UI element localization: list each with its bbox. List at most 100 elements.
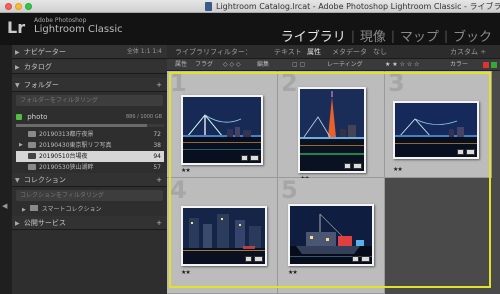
filter-none-tab[interactable]: なし [373,47,387,57]
volume-usage-fill [16,124,148,127]
expand-triangle-icon: ▶ [22,207,26,213]
cell-rating[interactable]: ★★ [181,269,191,276]
folder-item[interactable]: ▶ 20190430東京駅リフ写真 38 [16,140,164,151]
publish-services-label: 公開サービス [23,219,66,227]
metadata-badge-icon[interactable] [245,256,252,262]
title-bar: Lightroom Catalog.lrcat - Adobe Photosho… [0,0,500,13]
color-label-green-chip[interactable] [491,62,497,68]
lightroom-window: Lightroom Catalog.lrcat - Adobe Photosho… [0,0,500,294]
cell-index: 3 [388,69,405,97]
color-label-red-chip[interactable] [483,62,489,68]
filter-text-tab[interactable]: テキスト [274,47,302,57]
grid-cell[interactable]: 4 ★★ [167,178,278,294]
close-window-button[interactable] [5,3,12,10]
edit-badge-icon[interactable] [250,155,259,161]
grid-cell[interactable]: 2 ★★ [278,69,385,182]
collapse-triangle-icon: ▶ [15,220,20,227]
publish-services-header[interactable]: ▶ 公開サービス + [12,216,167,230]
ship-photo [290,206,372,264]
maximize-window-button[interactable] [25,3,32,10]
volume-size: 886 / 1000 GB [125,114,162,120]
photo-thumbnail[interactable] [181,95,263,165]
cell-rating[interactable]: ★★ [181,167,191,174]
collection-filter-input[interactable]: コレクションをフィルタリング [16,190,163,201]
volume-name: photo [27,113,48,121]
folder-filter-input[interactable]: フォルダーをフィルタリング [16,95,163,106]
module-book[interactable]: ブック [453,26,492,45]
collapse-left-panel-icon[interactable]: ◀ [2,202,7,210]
metadata-badge-icon[interactable] [457,149,464,155]
edit-badge-icon[interactable] [353,163,362,169]
window-title: Lightroom Catalog.lrcat - Adobe Photosho… [216,2,500,11]
add-publish-service-icon[interactable]: + [156,216,162,230]
navigator-zoom-options[interactable]: 全体 1:1 1:4 [127,45,162,59]
volume-status-icon [16,113,22,120]
catalog-header[interactable]: ▶ カタログ [12,60,167,74]
module-develop[interactable]: 現像 [360,26,386,45]
expand-triangle-icon: ▼ [15,82,20,89]
photo-thumbnail[interactable] [298,87,366,173]
add-collection-icon[interactable]: + [156,173,162,187]
library-filter-bar: ライブラリフィルター： テキスト 属性 メタデータ なし カスタム ÷ [167,45,500,59]
folder-item[interactable]: 20190313都庁夜景 72 [16,129,164,140]
collapse-triangle-icon: ▶ [15,49,20,56]
navigator-header[interactable]: ▶ ナビゲーター 全体 1:1 1:4 [12,45,167,59]
volume-row[interactable]: photo 886 / 1000 GB [16,111,164,123]
folder-icon [28,130,36,137]
grid-cell[interactable]: 1 ★★ [167,71,278,178]
photo-thumbnail[interactable] [181,206,267,266]
grid-cell[interactable]: 5 ★★ [278,178,385,294]
cell-rating[interactable]: ★★ [288,269,298,276]
folder-count: 94 [153,153,161,160]
grid-cell[interactable]: 3 ★★ [385,71,492,178]
collections-label: コレクション [23,176,66,184]
filter-metadata-tab[interactable]: メタデータ [332,47,367,57]
rating-label: レーティング [327,61,363,68]
module-separator: | [390,28,395,43]
edit-badge-icon[interactable] [466,149,475,155]
navigator-label: ナビゲーター [23,48,66,56]
flag-filter-icons[interactable]: ◇ ◇ ◇ [223,60,241,70]
folder-count: 38 [153,142,161,149]
folder-count: 57 [153,164,161,171]
photo-thumbnail[interactable] [288,204,374,266]
cell-index: 5 [281,176,298,204]
left-panel-edge[interactable] [0,45,12,294]
filter-preset-select[interactable]: カスタム ÷ [450,47,486,57]
metadata-badge-icon[interactable] [344,163,351,169]
folders-label: フォルダー [23,81,59,89]
volume-usage-bar [16,124,164,127]
add-folder-icon[interactable]: + [156,78,162,92]
minimize-window-button[interactable] [15,3,22,10]
cell-index: 2 [281,69,298,97]
city-photo [183,208,265,264]
metadata-badge-icon[interactable] [352,256,359,262]
folder-item[interactable]: 20190530狭山湖畔 57 [16,162,164,173]
module-map[interactable]: マップ [400,26,439,45]
bridge-wide-photo [395,103,477,157]
folder-expand-icon[interactable]: ▶ [19,140,23,151]
filter-attribute-tab[interactable]: 属性 [307,47,321,57]
module-picker: ライブラリ | 現像 | マップ | ブック [281,26,492,46]
folders-header[interactable]: ▼ フォルダー + [12,78,167,92]
folder-label: 20190530狭山湖畔 [39,164,94,171]
edit-badge-icon[interactable] [254,256,263,262]
attribute-filter-bar: 属性 フラグ ◇ ◇ ◇ 編集 ▢ ▢ レーティング ★ ★ ☆ ☆ ☆ カラー [167,59,500,71]
bridge-photo [183,97,261,163]
folder-item-selected[interactable]: 20190510台場夜 94 [16,151,164,162]
photo-thumbnail[interactable] [393,101,479,159]
filter-bar-title: ライブラリフィルター： [175,48,252,56]
folder-label: 20190510台場夜 [39,153,88,160]
empty-grid-area [385,178,500,294]
cell-rating[interactable]: ★★ [393,166,403,173]
smart-collection-item[interactable]: ▶ スマートコレクション [22,204,102,213]
flag-label: フラグ [195,61,214,68]
module-library[interactable]: ライブラリ [281,26,346,45]
edit-label: 編集 [257,61,270,68]
collections-header[interactable]: ▼ コレクション + [12,173,167,187]
module-separator: | [350,28,355,43]
folder-label: 20190313都庁夜景 [39,131,94,138]
metadata-badge-icon[interactable] [241,155,248,161]
edit-badge-icon[interactable] [361,256,370,262]
folder-count: 72 [153,131,161,138]
